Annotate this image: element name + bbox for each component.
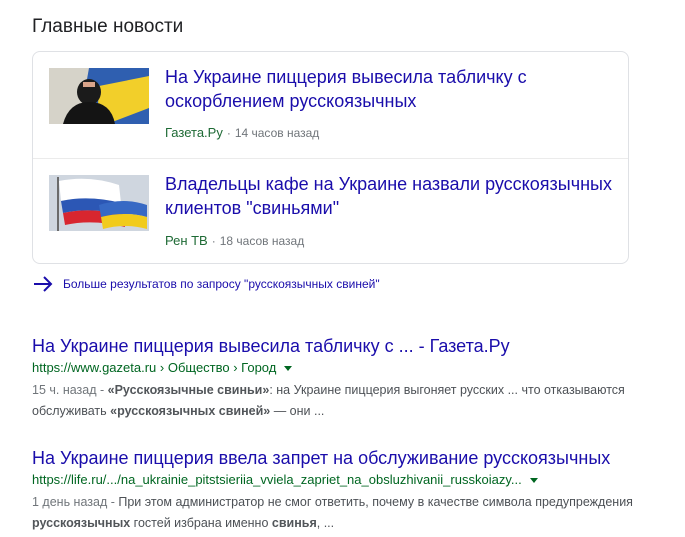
caret-down-icon[interactable] (529, 477, 538, 483)
news-source: Газета.Ру (165, 125, 223, 140)
result-date: 15 ч. назад - (32, 383, 108, 397)
news-time: 14 часов назад (234, 126, 320, 140)
top-stories-heading: Главные новости (32, 16, 184, 37)
news-meta: Газета.Ру · 14 часов назад (165, 125, 319, 141)
news-meta: Рен ТВ · 18 часов назад (165, 233, 304, 249)
snippet-fragment: — они ... (270, 404, 325, 418)
snippet-highlight: «Русскоязычные свиньи» (107, 383, 270, 397)
more-results-link[interactable]: Больше результатов по запросу "русскоязы… (32, 274, 380, 294)
result-date: 1 день назад - (32, 495, 119, 509)
result-url-text: https://www.gazeta.ru › Общество › Город (32, 360, 277, 375)
caret-down-icon[interactable] (284, 365, 293, 371)
result-snippet: 1 день назад - При этом администратор не… (32, 492, 652, 534)
meta-separator: · (211, 234, 216, 248)
snippet-highlight: «русскоязычных свиней» (110, 404, 271, 418)
search-result: На Украине пиццерия ввела запрет на обсл… (32, 446, 652, 534)
snippet-text: «Русскоязычные свиньи»: на Украине пицце… (32, 383, 625, 418)
result-snippet: 15 ч. назад - «Русскоязычные свиньи»: на… (32, 380, 652, 422)
snippet-fragment: гостей избрана именно (130, 516, 272, 530)
result-title-link[interactable]: На Украине пиццерия ввела запрет на обсл… (32, 446, 652, 470)
news-thumbnail[interactable] (49, 175, 149, 231)
result-title-link[interactable]: На Украине пиццерия вывесила табличку с … (32, 334, 652, 358)
snippet-highlight: свинья (271, 516, 317, 530)
more-results-label[interactable]: Больше результатов по запросу "русскоязы… (63, 277, 380, 291)
news-story[interactable]: Владельцы кафе на Украине назвали русско… (33, 158, 628, 265)
news-headline[interactable]: Владельцы кафе на Украине назвали русско… (165, 172, 620, 220)
thumbnail-image-icon (49, 68, 149, 124)
arrow-right-icon (34, 276, 53, 292)
snippet-text: При этом администратор не смог ответить,… (32, 495, 633, 530)
news-story[interactable]: На Украине пиццерия вывесила табличку с … (33, 52, 628, 158)
snippet-highlight: русскоязычных (32, 516, 131, 530)
snippet-fragment: При этом администратор не смог ответить,… (118, 495, 633, 509)
news-thumbnail[interactable] (49, 68, 149, 124)
search-result: На Украине пиццерия вывесила табличку с … (32, 334, 652, 422)
top-stories-card: На Украине пиццерия вывесила табличку с … (32, 51, 629, 264)
snippet-fragment: , ... (316, 516, 335, 530)
news-source: Рен ТВ (165, 233, 208, 248)
news-time: 18 часов назад (219, 234, 305, 248)
result-url: https://www.gazeta.ru › Общество › Город (32, 359, 652, 377)
news-headline[interactable]: На Украине пиццерия вывесила табличку с … (165, 65, 620, 113)
thumbnail-image-icon (49, 175, 149, 231)
result-url-text: https://life.ru/.../na_ukrainie_pitstsie… (32, 472, 522, 487)
meta-separator: · (226, 126, 231, 140)
result-url: https://life.ru/.../na_ukrainie_pitstsie… (32, 471, 652, 489)
